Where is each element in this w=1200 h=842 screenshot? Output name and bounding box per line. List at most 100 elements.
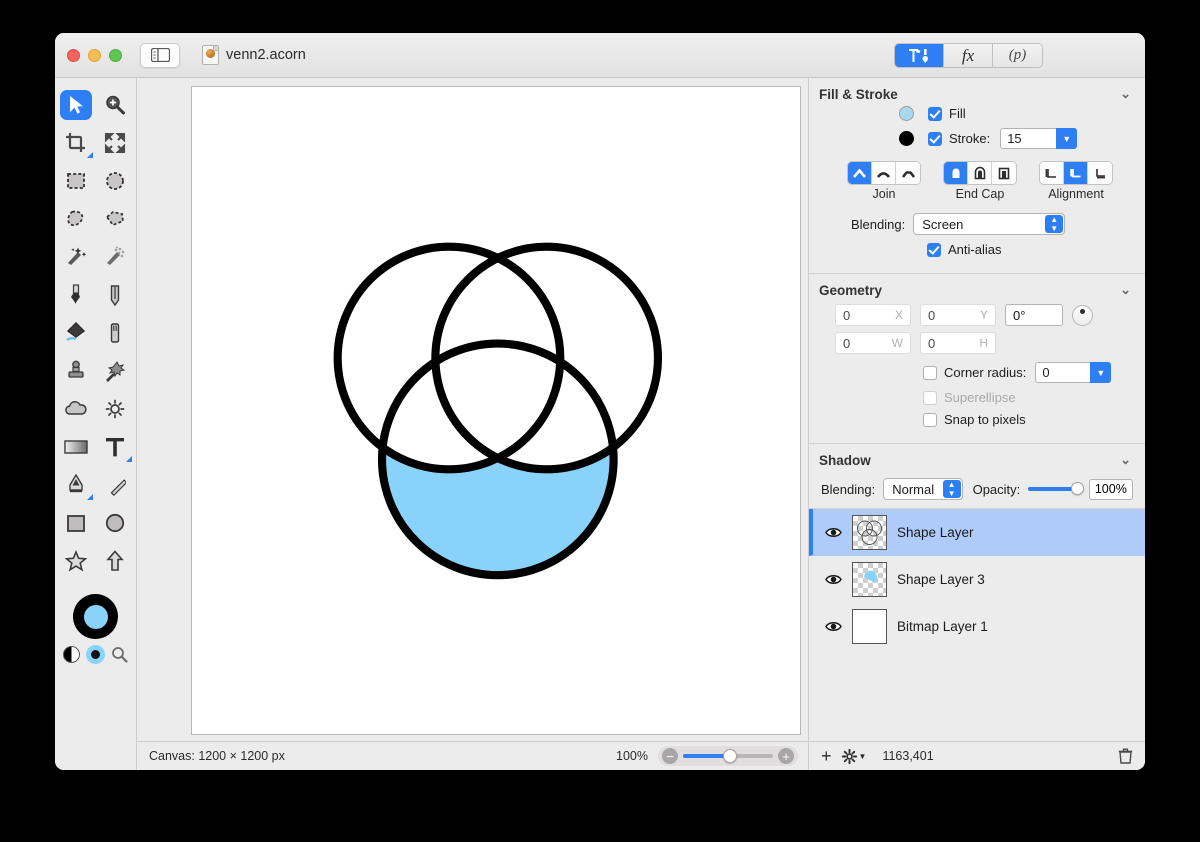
- fill-color-well[interactable]: [899, 106, 914, 121]
- shadow-opacity-slider[interactable]: [1028, 482, 1084, 495]
- corner-radius-checkbox[interactable]: [923, 365, 937, 380]
- chevron-down-icon[interactable]: ⌄: [1120, 282, 1131, 298]
- selected-color-indicator[interactable]: [86, 645, 105, 664]
- eye-visibility-icon[interactable]: [825, 526, 842, 539]
- zoom-button[interactable]: [109, 48, 122, 62]
- clone-stamp-tool[interactable]: [57, 352, 96, 390]
- trash-icon[interactable]: [1118, 748, 1133, 764]
- eraser-tool[interactable]: [96, 314, 135, 352]
- polygon-lasso-tool[interactable]: [96, 200, 135, 238]
- geometry-y-input[interactable]: 0 Y: [920, 304, 996, 326]
- instant-alpha-tool[interactable]: [96, 238, 135, 276]
- round-join-icon[interactable]: [872, 162, 896, 184]
- add-layer-button[interactable]: +: [821, 747, 832, 765]
- opacity-slider-knob[interactable]: [1070, 482, 1084, 495]
- black-white-colors-icon[interactable]: [63, 646, 80, 663]
- ellipse-shape-tool[interactable]: [96, 504, 135, 542]
- stroke-blending-select[interactable]: Screen ▲ ▼: [913, 213, 1066, 235]
- zoom-out-icon[interactable]: −: [662, 748, 678, 764]
- stroke-width-input[interactable]: 15: [1000, 128, 1057, 149]
- blur-tool[interactable]: [57, 390, 96, 428]
- fill-color-swatch[interactable]: [83, 604, 108, 629]
- tool-submenu-indicator[interactable]: [86, 152, 93, 158]
- shadow-header[interactable]: Shadow ⌄: [809, 444, 1145, 472]
- gradient-tool[interactable]: [57, 428, 96, 466]
- lasso-tool[interactable]: [57, 200, 96, 238]
- layer-row-shape-layer[interactable]: Shape Layer: [809, 509, 1145, 556]
- geometry-header[interactable]: Geometry ⌄: [809, 274, 1145, 302]
- geometry-y-suffix: Y: [979, 308, 988, 322]
- elliptical-marquee-tool[interactable]: [96, 162, 135, 200]
- shadow-opacity-value[interactable]: 100%: [1088, 478, 1133, 500]
- star-shape-tool[interactable]: [57, 542, 96, 580]
- layer-settings-button[interactable]: ▼: [841, 748, 866, 764]
- round-cap-icon[interactable]: [968, 162, 992, 184]
- fill-stroke-header[interactable]: Fill & Stroke ⌄: [809, 78, 1145, 106]
- chevron-down-icon[interactable]: ⌄: [1120, 86, 1131, 102]
- text-tool[interactable]: [96, 428, 135, 466]
- stroke-color-well[interactable]: [899, 131, 914, 146]
- butt-cap-icon[interactable]: [944, 162, 968, 184]
- paint-brush-tool[interactable]: [57, 276, 96, 314]
- minimize-button[interactable]: [88, 48, 101, 62]
- tool-submenu-indicator[interactable]: [86, 494, 93, 500]
- stroke-width-stepper[interactable]: ▼: [1056, 128, 1078, 149]
- rectangular-marquee-tool[interactable]: [57, 162, 96, 200]
- stroke-fill-color-swatch[interactable]: [73, 594, 118, 639]
- geometry-h-input[interactable]: 0 H: [920, 332, 996, 354]
- sidebar-toggle-button[interactable]: [140, 42, 180, 68]
- corner-radius-stepper[interactable]: ▼: [1090, 362, 1112, 383]
- bezier-pen-tool[interactable]: [57, 466, 96, 504]
- rotation-dial-icon[interactable]: [1072, 304, 1093, 326]
- bevel-join-icon[interactable]: [896, 162, 920, 184]
- anti-alias-checkbox[interactable]: [927, 242, 941, 257]
- tab-effects[interactable]: fx: [944, 44, 993, 67]
- image-canvas[interactable]: [191, 86, 801, 735]
- zoom-tool[interactable]: [96, 86, 135, 124]
- transform-tool[interactable]: [96, 124, 135, 162]
- geometry-rotation-input[interactable]: 0°: [1005, 304, 1063, 326]
- fill-checkbox[interactable]: [928, 106, 942, 121]
- tab-tools[interactable]: [895, 44, 944, 67]
- rectangle-shape-tool[interactable]: [57, 504, 96, 542]
- align-center-icon[interactable]: [1064, 162, 1088, 184]
- color-picker-magnifier-icon[interactable]: [111, 646, 128, 663]
- layer-row-bitmap-layer-1[interactable]: Bitmap Layer 1: [809, 603, 1145, 650]
- tool-submenu-indicator[interactable]: [125, 456, 132, 462]
- chevron-updown-icon[interactable]: ▲ ▼: [942, 480, 961, 498]
- zoom-slider-knob[interactable]: [722, 749, 737, 763]
- layer-row-shape-layer-3[interactable]: Shape Layer 3: [809, 556, 1145, 603]
- snap-to-pixels-label: Snap to pixels: [944, 412, 1026, 427]
- zoom-slider[interactable]: − +: [658, 746, 798, 766]
- chevron-down-icon[interactable]: ⌄: [1120, 452, 1131, 468]
- dodge-burn-tool[interactable]: [96, 390, 135, 428]
- square-cap-icon[interactable]: [992, 162, 1016, 184]
- close-button[interactable]: [67, 48, 80, 62]
- smudge-tool[interactable]: [96, 352, 135, 390]
- shadow-blending-select[interactable]: Normal ▲ ▼: [883, 478, 963, 500]
- eye-visibility-icon[interactable]: [825, 620, 842, 633]
- stroke-checkbox[interactable]: [928, 131, 942, 146]
- miter-join-icon[interactable]: [848, 162, 872, 184]
- snap-to-pixels-checkbox[interactable]: [923, 412, 937, 427]
- paint-bucket-tool[interactable]: [57, 314, 96, 352]
- corner-radius-input[interactable]: 0: [1035, 362, 1091, 383]
- magic-wand-icon: [68, 247, 87, 265]
- arrow-shape-tool[interactable]: [96, 542, 135, 580]
- geometry-x-input[interactable]: 0 X: [835, 304, 911, 326]
- geometry-w-input[interactable]: 0 W: [835, 332, 911, 354]
- magic-wand-tool[interactable]: [57, 238, 96, 276]
- zoom-slider-track[interactable]: [683, 749, 773, 763]
- stroke-blending-row: Blending: Screen ▲ ▼: [851, 213, 1133, 235]
- zoom-in-icon[interactable]: +: [778, 748, 794, 764]
- align-inside-icon[interactable]: [1040, 162, 1064, 184]
- crop-tool[interactable]: [57, 124, 96, 162]
- cloud-blur-icon: [65, 401, 87, 415]
- tab-presets[interactable]: (p): [993, 44, 1042, 67]
- pencil-tool[interactable]: [96, 276, 135, 314]
- eye-visibility-icon[interactable]: [825, 573, 842, 586]
- line-tool[interactable]: [96, 466, 135, 504]
- align-outside-icon[interactable]: [1088, 162, 1112, 184]
- move-tool[interactable]: [57, 86, 96, 124]
- chevron-updown-icon[interactable]: ▲ ▼: [1045, 215, 1064, 233]
